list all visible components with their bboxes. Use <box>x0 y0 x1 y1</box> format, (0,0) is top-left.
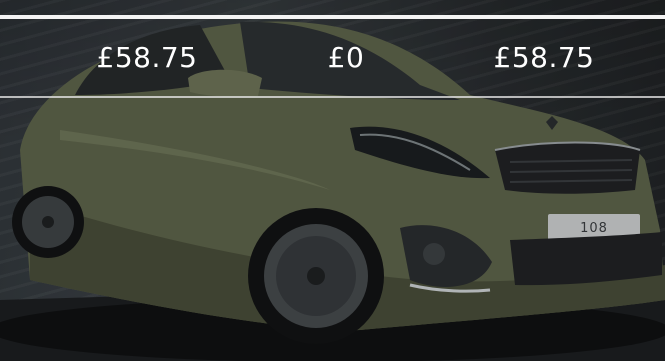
price-value-second: £0 <box>327 41 365 74</box>
price-value-third: £58.75 <box>493 41 595 74</box>
price-value-first: £58.75 <box>96 41 198 74</box>
bottom-divider <box>0 96 665 98</box>
hero-banner: 108 £58.75 £0 £58.75 <box>0 0 665 361</box>
top-divider <box>0 15 665 19</box>
price-row: £58.75 £0 £58.75 <box>0 38 665 82</box>
